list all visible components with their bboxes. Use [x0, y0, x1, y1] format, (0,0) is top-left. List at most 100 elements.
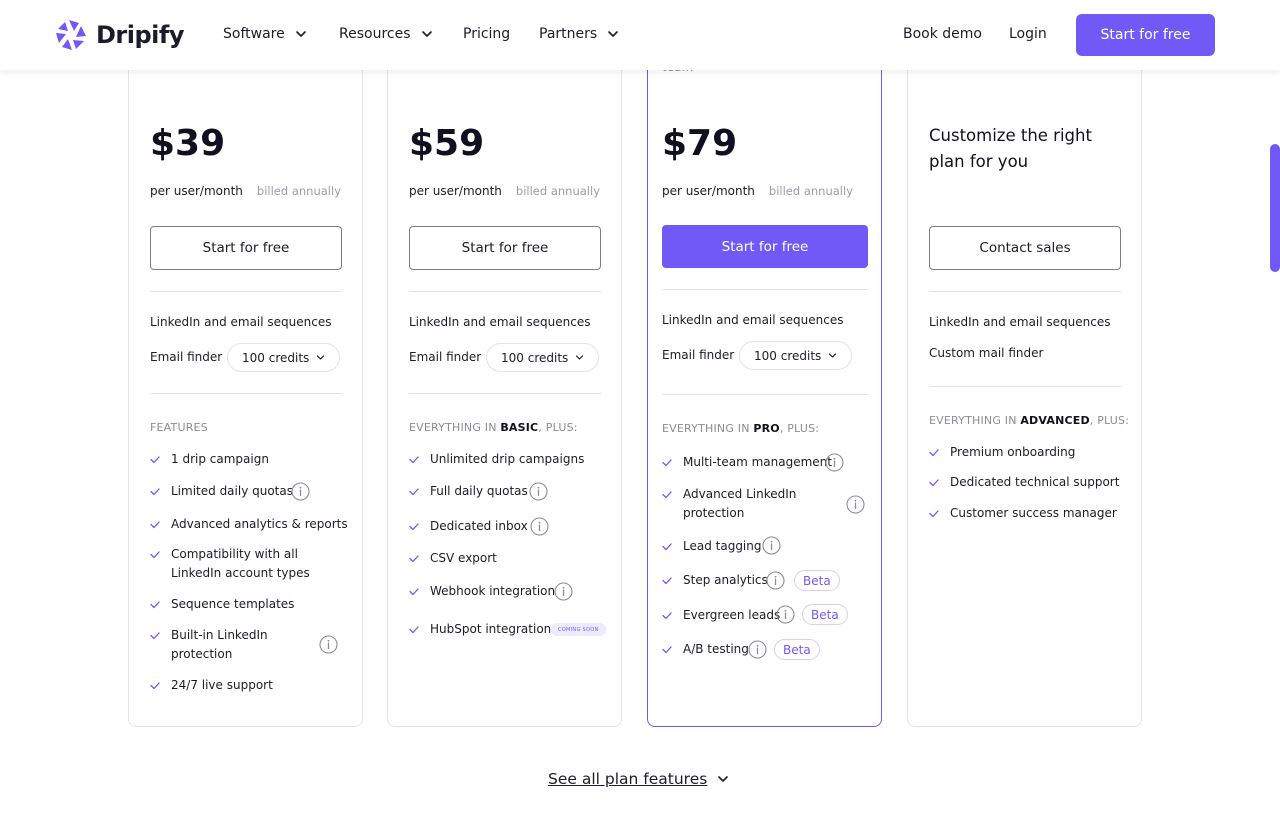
start-for-free-nav-button[interactable]: Start for free: [1076, 14, 1215, 56]
credits-dropdown[interactable]: 100 credits: [486, 343, 600, 372]
chevron-down-icon: [828, 351, 837, 360]
info-icon[interactable]: [529, 482, 548, 501]
credits-dropdown[interactable]: 100 credits: [739, 341, 853, 370]
divider: [409, 291, 601, 292]
plan-card-basic: $39 per user/month billed annually Start…: [128, 40, 363, 727]
check-icon: [929, 509, 939, 519]
feature-item: Built-in LinkedIn protection: [150, 626, 280, 664]
check-icon: [409, 554, 419, 564]
plan-price: $39: [150, 123, 226, 164]
info-icon[interactable]: [530, 517, 549, 536]
divider: [929, 386, 1121, 387]
credits-value: 100 credits: [501, 350, 569, 365]
check-icon: [662, 542, 672, 552]
check-icon: [662, 611, 672, 621]
plan-per-unit: per user/month: [662, 184, 755, 198]
feature-item: HubSpot integration: [409, 620, 551, 639]
plan-billing-note: billed annually: [768, 184, 853, 198]
dripify-logo-icon: [56, 20, 86, 50]
features-heading: EVERYTHING IN ADVANCED, PLUS:: [929, 414, 1130, 427]
nav-partners-label: Partners: [539, 26, 598, 42]
credits-dropdown[interactable]: 100 credits: [227, 343, 341, 372]
feature-item: Sequence templates: [150, 595, 294, 614]
check-icon: [662, 490, 672, 500]
feature-item: Multi-team management: [662, 453, 832, 472]
custom-finder-text: Custom mail finder: [929, 346, 1044, 360]
info-icon[interactable]: [762, 536, 781, 555]
feature-item: CSV export: [409, 549, 497, 568]
feature-item: 1 drip campaign: [150, 450, 269, 469]
divider: [150, 291, 342, 292]
chevron-down-icon: [607, 28, 619, 40]
info-icon[interactable]: [766, 571, 785, 590]
divider: [409, 393, 601, 394]
nav-pricing[interactable]: Pricing: [463, 26, 510, 42]
plan-card-enterprise: Customize the right plan for you Contact…: [907, 40, 1142, 727]
plan-card-pro: $59 per user/month billed annually Start…: [387, 40, 622, 727]
info-icon[interactable]: [846, 495, 865, 514]
feature-item: A/B testing: [662, 640, 749, 659]
check-icon: [929, 448, 939, 458]
logo[interactable]: Dripify: [54, 18, 184, 52]
divider: [150, 393, 342, 394]
start-for-free-button[interactable]: Start for free: [409, 226, 601, 270]
feature-item: 24/7 live support: [150, 676, 273, 695]
check-icon: [409, 587, 419, 597]
features-heading: FEATURES: [150, 421, 208, 434]
plan-per-unit: per user/month: [150, 184, 243, 198]
info-icon[interactable]: [291, 482, 310, 501]
nav-software[interactable]: Software: [223, 26, 307, 42]
info-icon[interactable]: [825, 453, 844, 472]
email-finder-label: Email finder: [409, 350, 482, 364]
start-for-free-button[interactable]: Start for free: [150, 226, 342, 270]
feature-item: Limited daily quotas: [150, 482, 293, 501]
feature-item: Premium onboarding: [929, 443, 1075, 462]
sequences-text: LinkedIn and email sequences: [929, 315, 1111, 329]
chevron-down-icon: [575, 353, 584, 362]
info-icon[interactable]: [319, 635, 338, 654]
check-icon: [409, 487, 419, 497]
nav-resources[interactable]: Resources: [339, 26, 433, 42]
feature-item: Lead tagging: [662, 537, 762, 556]
credits-value: 100 credits: [242, 350, 310, 365]
see-all-features-link[interactable]: See all plan features: [548, 770, 729, 788]
nav-pricing-label: Pricing: [463, 26, 511, 42]
plan-per-unit: per user/month: [409, 184, 502, 198]
check-icon: [409, 522, 419, 532]
check-icon: [150, 487, 160, 497]
feature-item: Advanced LinkedIn protection: [662, 485, 797, 523]
plan-card-advanced: $79 per user/month billed annually Start…: [647, 40, 882, 727]
check-icon: [409, 625, 419, 635]
credits-value: 100 credits: [754, 348, 822, 363]
start-for-free-button[interactable]: Start for free: [662, 225, 868, 268]
check-icon: [150, 520, 160, 530]
feature-item: Customer success manager: [929, 504, 1117, 523]
check-icon: [409, 455, 419, 465]
divider: [662, 289, 868, 290]
nav-software-label: Software: [223, 26, 285, 42]
book-demo-link[interactable]: Book demo: [903, 26, 982, 42]
custom-plan-text: Customize the right plan for you: [929, 126, 1092, 171]
contact-sales-button[interactable]: Contact sales: [929, 226, 1121, 270]
check-icon: [929, 478, 939, 488]
scrollbar-thumb[interactable]: [1270, 144, 1280, 272]
info-icon[interactable]: [748, 640, 767, 659]
feature-item: Advanced analytics & reports: [150, 515, 348, 534]
feature-item: Dedicated technical support: [929, 473, 1119, 492]
info-icon[interactable]: [554, 582, 573, 601]
info-icon[interactable]: [776, 605, 795, 624]
nav-partners[interactable]: Partners: [539, 26, 619, 42]
coming-soon-badge: COMING SOON: [551, 623, 606, 636]
sequences-text: LinkedIn and email sequences: [409, 315, 591, 329]
check-icon: [150, 681, 160, 691]
divider: [929, 291, 1121, 292]
feature-item: Compatibility with all LinkedIn account …: [150, 545, 345, 583]
sequences-text: LinkedIn and email sequences: [150, 315, 332, 329]
chevron-down-icon: [421, 28, 433, 40]
plan-billing-note: billed annually: [515, 184, 600, 198]
beta-badge: Beta: [802, 604, 848, 625]
login-link[interactable]: Login: [1009, 26, 1047, 42]
feature-item: Evergreen leads: [662, 606, 780, 625]
beta-badge: Beta: [794, 570, 840, 591]
feature-item: Unlimited drip campaigns: [409, 450, 584, 469]
